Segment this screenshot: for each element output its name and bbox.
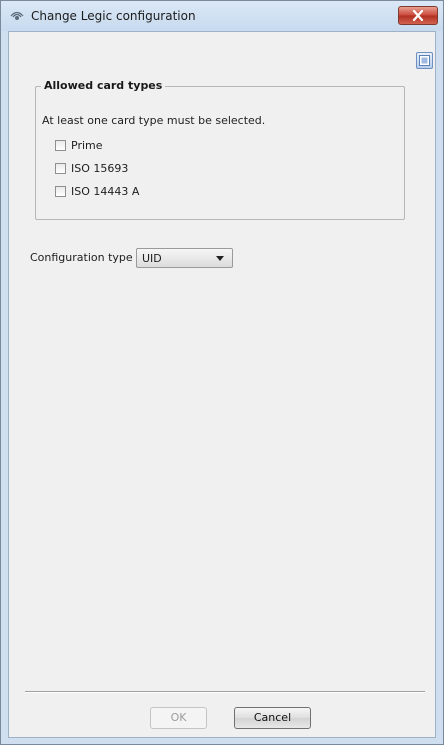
configuration-type-select[interactable]: UID [136,248,233,268]
title-bar[interactable]: Change Legic configuration [1,1,443,31]
configuration-type-value: UID [142,252,162,265]
checkbox-box[interactable] [55,139,66,151]
group-hint: At least one card type must be selected. [42,114,266,127]
window-title: Change Legic configuration [31,9,196,23]
checkbox-label: Prime [71,138,103,152]
ok-button[interactable]: OK [150,707,207,729]
checkbox-box[interactable] [55,185,66,197]
checkbox-box[interactable] [55,162,66,174]
checkbox-iso-14443-a[interactable]: ISO 14443 A [55,183,139,199]
chevron-down-icon [216,256,224,261]
dialog-content: Allowed card types At least one card typ… [8,31,436,738]
close-icon [412,10,424,21]
footer-separator [25,691,425,693]
checkbox-label: ISO 14443 A [71,184,140,198]
close-button[interactable] [398,6,438,25]
checkbox-iso-15693[interactable]: ISO 15693 [55,160,128,176]
dialog-window: Change Legic configuration Allowed card … [0,0,444,745]
allowed-card-types-group: Allowed card types At least one card typ… [35,79,405,220]
checkbox-label: ISO 15693 [71,161,129,175]
cancel-button[interactable]: Cancel [234,707,311,729]
help-button[interactable] [416,52,433,69]
wifi-eye-icon [9,7,25,23]
help-icon [419,55,430,66]
checkbox-prime[interactable]: Prime [55,137,103,153]
group-legend: Allowed card types [41,79,166,92]
configuration-type-label: Configuration type [30,251,133,264]
